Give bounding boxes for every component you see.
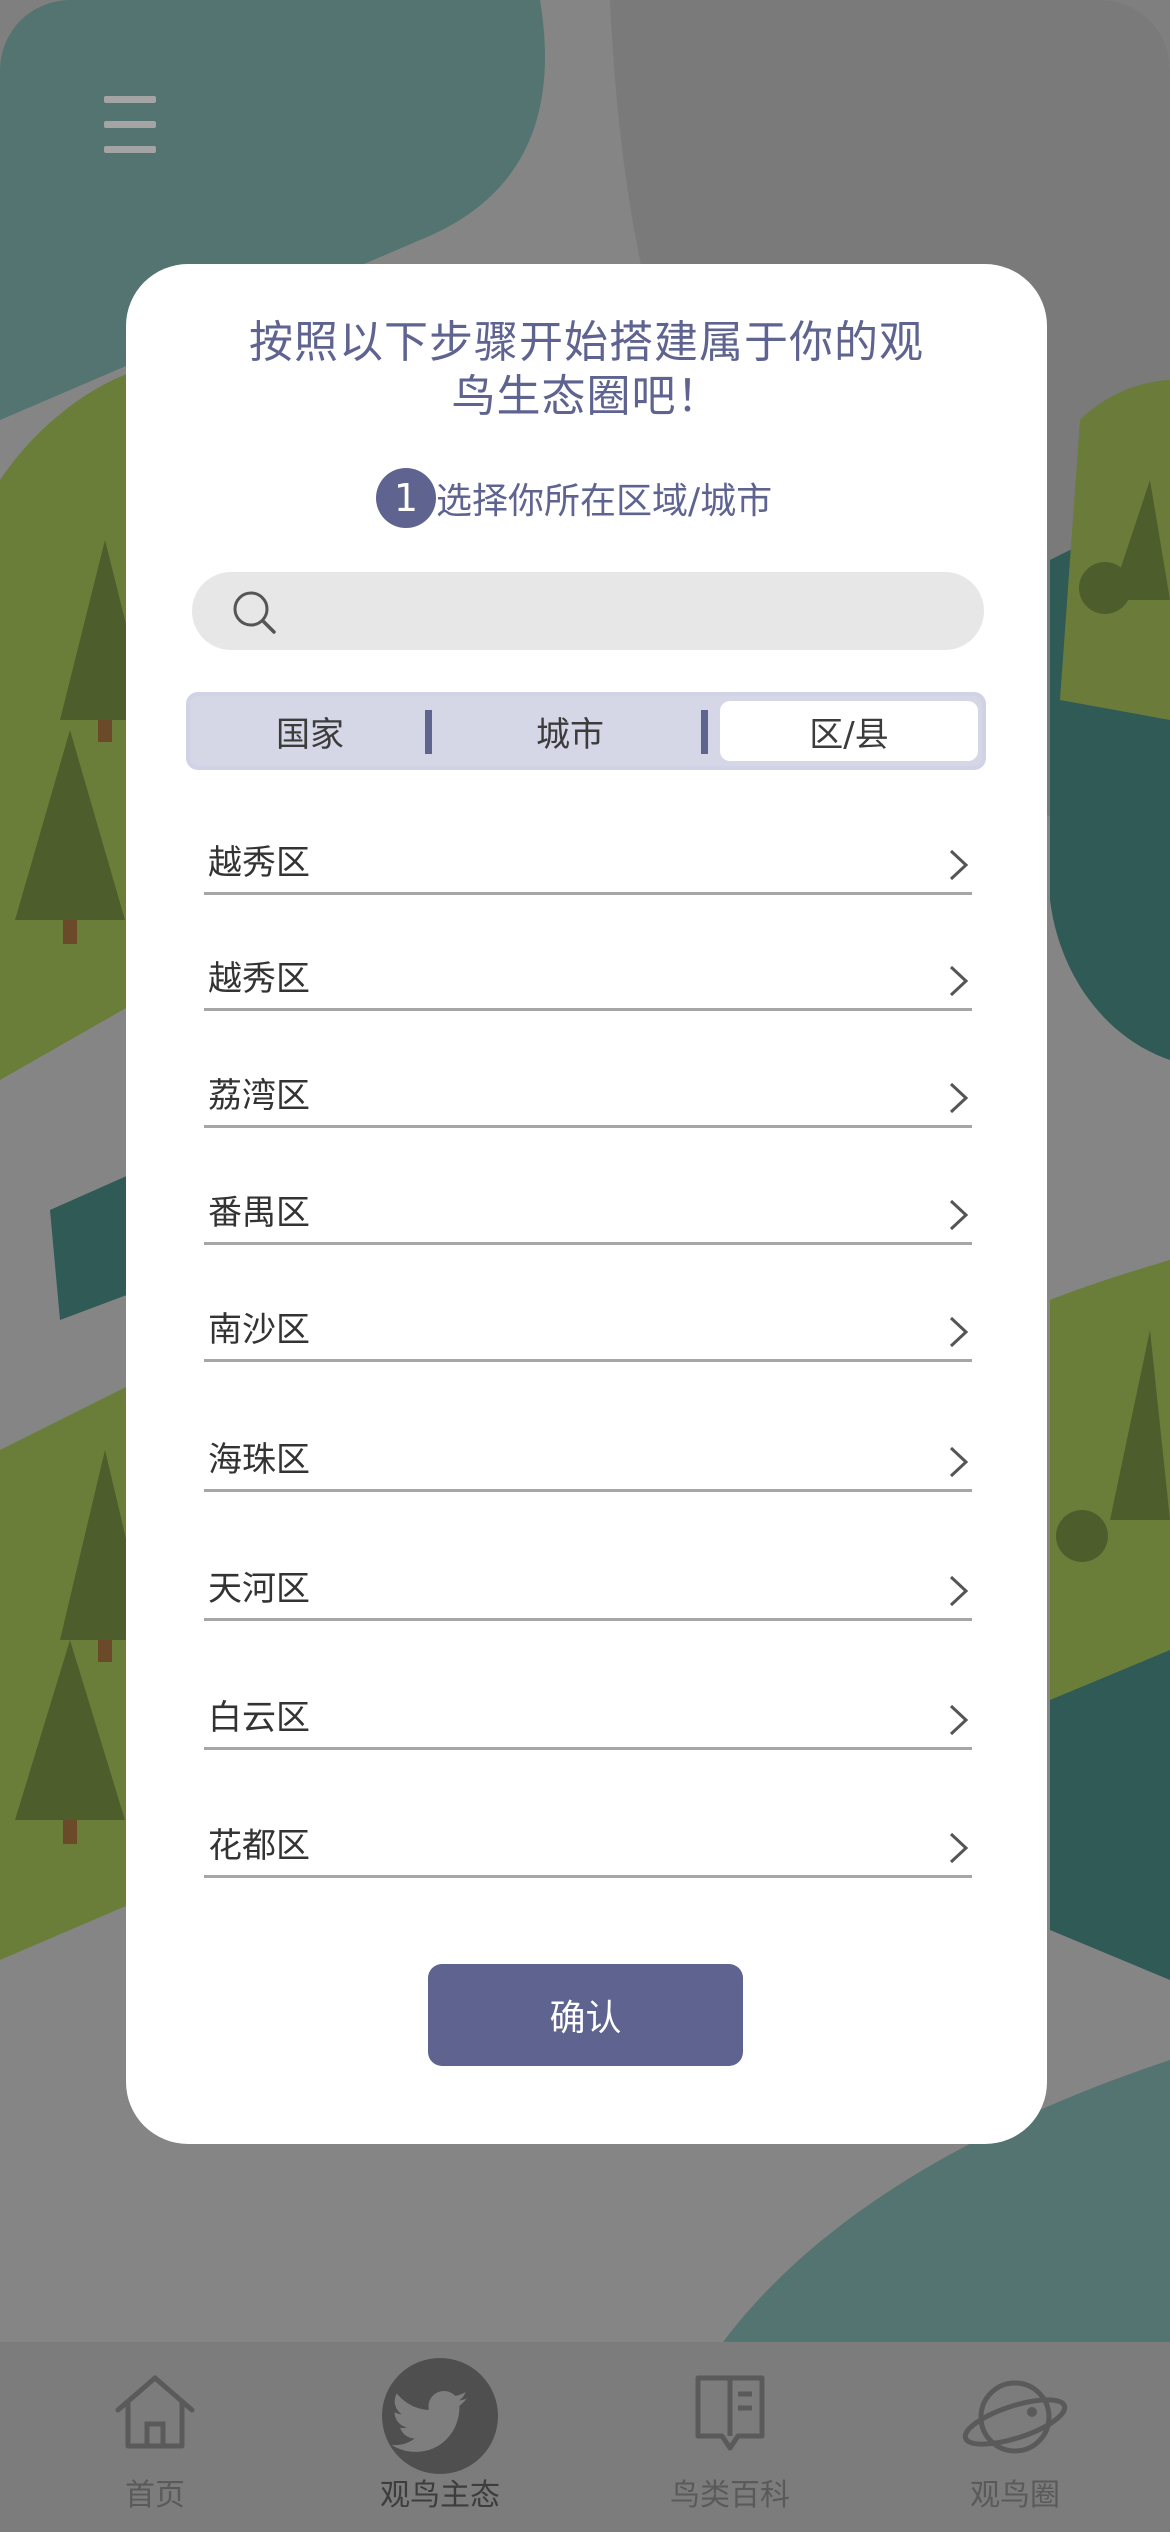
- search-icon: [233, 591, 276, 634]
- district-label: 越秀区: [208, 843, 310, 883]
- district-label: 花都区: [208, 1826, 310, 1866]
- tab-label: 观鸟主态: [380, 2478, 500, 2513]
- chevron-right-icon: [949, 1832, 969, 1864]
- location-picker-modal: 按照以下步骤开始搭建属于你的观 鸟生态圈吧！ 1 选择你所在区域/城市 国家 城…: [126, 264, 1047, 2144]
- title-line-1: 按照以下步骤开始搭建属于你的观: [249, 317, 924, 368]
- step-instruction: 选择你所在区域/城市: [436, 481, 773, 522]
- chevron-right-icon: [949, 1446, 969, 1478]
- list-item[interactable]: 天河区: [204, 1489, 972, 1621]
- list-item[interactable]: 荔湾区: [204, 1008, 972, 1128]
- step-indicator: 1 选择你所在区域/城市: [376, 468, 772, 528]
- district-label: 越秀区: [208, 959, 310, 999]
- chevron-right-icon: [949, 1704, 969, 1736]
- chevron-right-icon: [949, 1082, 969, 1114]
- title-line-2: 鸟生态圈吧！: [451, 371, 722, 422]
- list-item[interactable]: 番禺区: [204, 1125, 972, 1245]
- list-item[interactable]: 南沙区: [204, 1242, 972, 1362]
- search-input[interactable]: [302, 572, 956, 652]
- tab-birding-circle[interactable]: 观鸟圈: [930, 2342, 1100, 2532]
- chevron-right-icon: [949, 1316, 969, 1348]
- district-label: 南沙区: [208, 1310, 310, 1350]
- district-label: 海珠区: [208, 1440, 310, 1480]
- tab-bird-ecology[interactable]: 观鸟主态: [350, 2342, 530, 2532]
- tab-district[interactable]: 区/县: [720, 701, 978, 761]
- planet-icon: [962, 2380, 1068, 2454]
- tab-city[interactable]: 城市: [435, 696, 705, 766]
- tab-divider: [425, 710, 432, 754]
- chevron-right-icon: [949, 1575, 969, 1607]
- book-icon: [695, 2375, 765, 2451]
- chevron-right-icon: [949, 965, 969, 997]
- tab-bird-encyclopedia[interactable]: 鸟类百科: [640, 2342, 820, 2532]
- list-item[interactable]: 海珠区: [204, 1359, 972, 1492]
- modal-title: 按照以下步骤开始搭建属于你的观 鸟生态圈吧！: [126, 316, 1047, 424]
- district-label: 白云区: [208, 1698, 310, 1738]
- tab-home[interactable]: 首页: [70, 2342, 240, 2532]
- list-item[interactable]: 越秀区: [204, 804, 972, 895]
- hamburger-menu-icon[interactable]: [104, 96, 156, 156]
- district-label: 荔湾区: [208, 1076, 310, 1116]
- region-level-tabs: 国家 城市 区/县: [186, 692, 986, 770]
- step-number-badge: 1: [376, 468, 436, 528]
- bottom-tab-bar: 首页 观鸟主态 鸟类百科 观鸟圈: [0, 2342, 1170, 2532]
- tab-divider: [701, 710, 708, 754]
- list-item[interactable]: 花都区: [204, 1747, 972, 1878]
- tab-country[interactable]: 国家: [190, 696, 430, 766]
- tab-label: 鸟类百科: [670, 2478, 790, 2513]
- chevron-right-icon: [949, 849, 969, 881]
- tab-label: 首页: [125, 2478, 185, 2513]
- tab-label: 观鸟圈: [970, 2478, 1060, 2513]
- twitter-bird-icon: [382, 2358, 498, 2474]
- search-bar[interactable]: [192, 572, 984, 652]
- list-item[interactable]: 白云区: [204, 1618, 972, 1750]
- home-icon: [115, 2375, 195, 2449]
- confirm-button[interactable]: 确认: [428, 1964, 743, 2066]
- district-label: 番禺区: [208, 1193, 310, 1233]
- list-item[interactable]: 越秀区: [204, 892, 972, 1011]
- chevron-right-icon: [949, 1199, 969, 1231]
- district-label: 天河区: [208, 1569, 310, 1609]
